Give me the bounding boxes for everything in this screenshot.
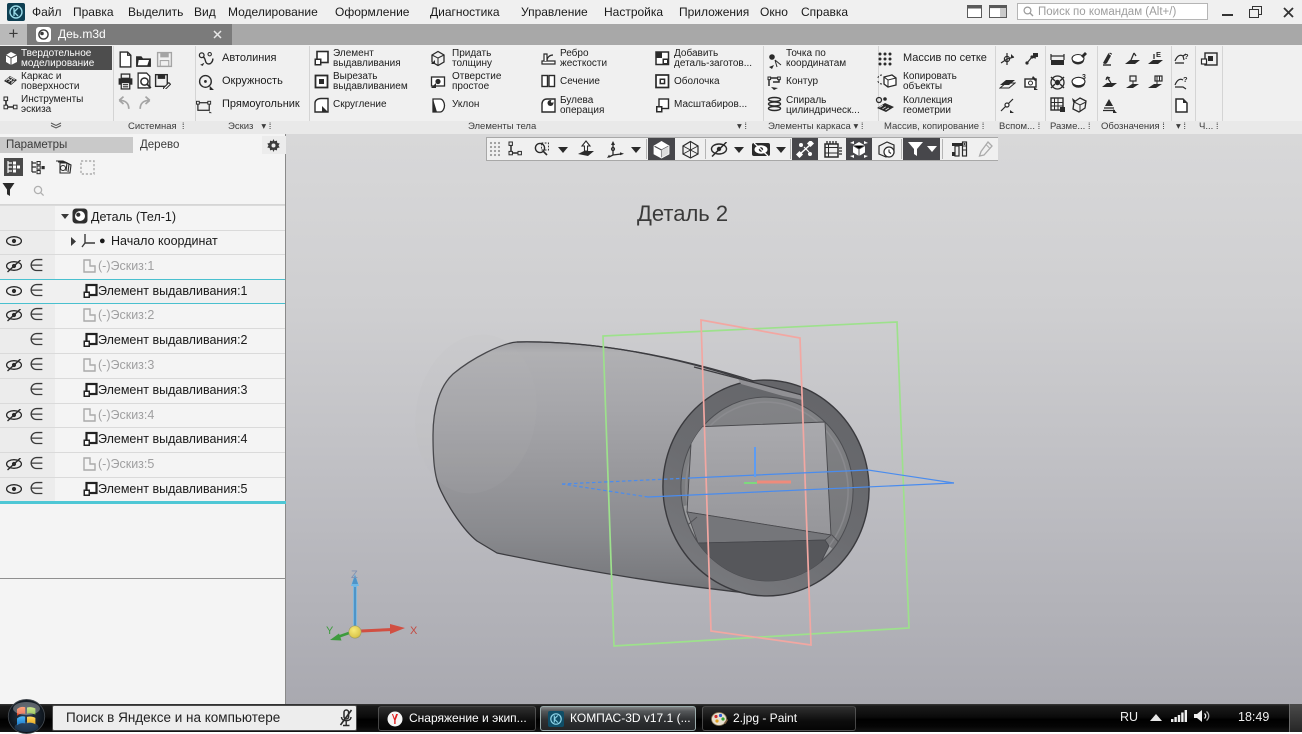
svg-text:E: E	[1156, 51, 1161, 59]
svg-text:X: X	[410, 625, 418, 637]
svg-text:?: ?	[1184, 52, 1189, 61]
svg-text:Z: Z	[351, 569, 358, 581]
svg-text:Y: Y	[326, 625, 334, 637]
svg-text:3: 3	[1082, 74, 1086, 81]
svg-text:?: ?	[1183, 75, 1188, 84]
